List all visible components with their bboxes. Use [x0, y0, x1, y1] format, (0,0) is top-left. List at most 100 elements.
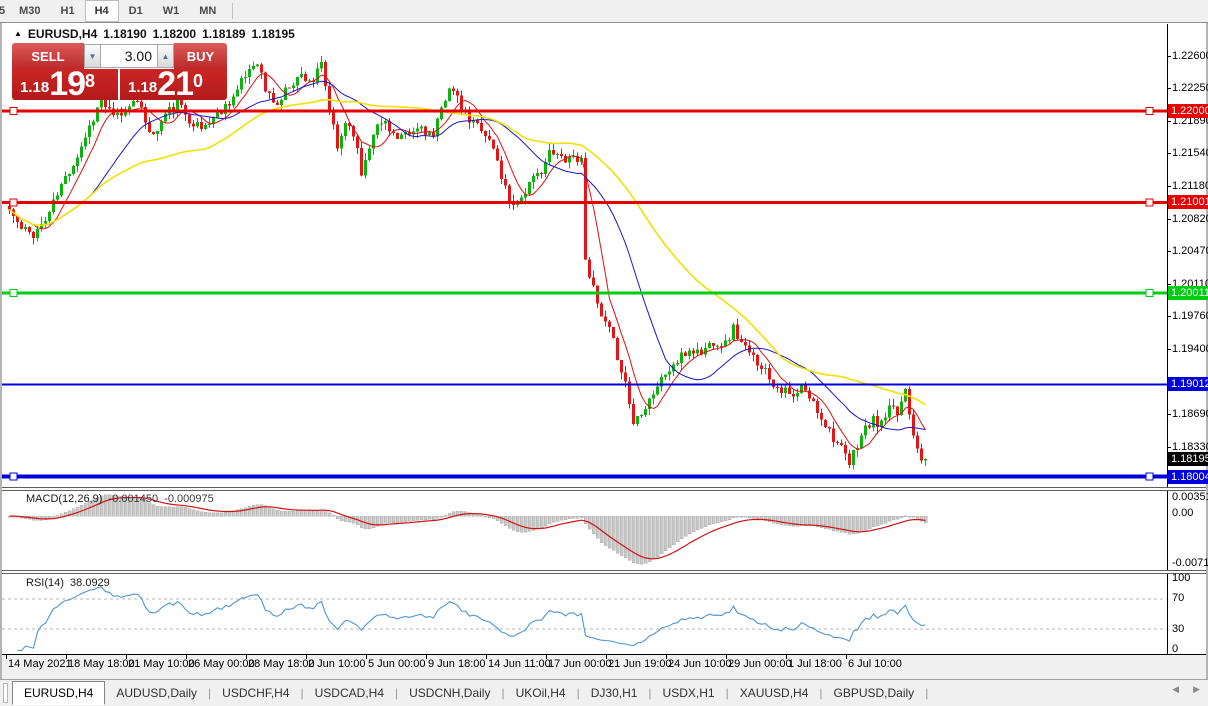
candle-up: [536, 173, 539, 176]
ask-price-display[interactable]: 1.18 21 0: [120, 69, 227, 100]
macd-histogram-bar: [604, 516, 607, 546]
tab-GBPUSD-Daily[interactable]: GBPUSD,Daily: [823, 682, 926, 704]
candle-down: [276, 103, 279, 105]
rsi-axis-100: 100: [1172, 572, 1206, 584]
candle-down: [560, 154, 563, 156]
line-handle[interactable]: [10, 107, 17, 114]
macd-histogram-bar: [428, 516, 431, 519]
line-handle[interactable]: [1146, 473, 1153, 480]
macd-histogram-bar: [784, 516, 787, 525]
tab-EURUSD-H4[interactable]: EURUSD,H4: [12, 681, 105, 705]
candle-down: [836, 442, 839, 443]
candle-up: [716, 346, 719, 347]
tab-USDCNH-Daily[interactable]: USDCNH,Daily: [398, 682, 501, 704]
tab-scroll-right-icon[interactable]: ▶: [1193, 684, 1200, 695]
macd-histogram-bar: [756, 516, 759, 519]
time-tick-label: 1 Jul 18:00: [788, 658, 842, 670]
candle-up: [212, 117, 215, 124]
macd-histogram-bar: [312, 511, 315, 516]
candle-up: [924, 459, 927, 460]
volume-input[interactable]: [101, 44, 157, 68]
macd-histogram-bar: [412, 516, 415, 521]
macd-histogram-bar: [392, 516, 395, 523]
candle-down: [824, 420, 827, 427]
macd-histogram-bar: [444, 515, 447, 516]
price-tick-mark: [1167, 88, 1171, 89]
macd-histogram-bar: [216, 513, 219, 516]
macd-histogram-bar: [696, 516, 699, 530]
volume-decrease-button[interactable]: ▼: [84, 44, 101, 68]
line-handle[interactable]: [1146, 199, 1153, 206]
timeframe-button-W1[interactable]: W1: [153, 1, 190, 21]
macd-histogram-bar: [60, 514, 63, 516]
timeframe-button-M30[interactable]: M30: [9, 1, 50, 21]
horizontal-line-1.22000[interactable]: [2, 109, 1167, 112]
line-handle[interactable]: [10, 199, 17, 206]
tab-USDCAD-H4[interactable]: USDCAD,H4: [304, 682, 395, 704]
tab-scroll-left-icon[interactable]: ◀: [1172, 684, 1179, 695]
macd-histogram-bar: [272, 509, 275, 516]
time-tick-label: 2 Jun 10:00: [308, 658, 366, 670]
candle-down: [776, 387, 779, 388]
line-handle[interactable]: [1146, 107, 1153, 114]
candle-down: [136, 101, 139, 102]
horizontal-line-1.21001[interactable]: [2, 201, 1167, 204]
price-tick-label: 1.20820: [1172, 213, 1206, 225]
price-tag-1.21001: 1.21001: [1168, 195, 1208, 209]
candle-down: [736, 324, 739, 339]
candle-up: [204, 125, 207, 129]
horizontal-line-1.19012[interactable]: [2, 383, 1167, 385]
line-handle[interactable]: [10, 473, 17, 480]
macd-histogram-bar: [900, 516, 903, 518]
macd-histogram-bar: [388, 516, 391, 523]
time-tick-mark: [726, 655, 727, 659]
macd-histogram-bar: [560, 516, 563, 520]
line-handle[interactable]: [10, 289, 17, 296]
candle-up: [340, 136, 343, 149]
macd-histogram-bar: [72, 509, 75, 516]
bid-price-display[interactable]: 1.18 19 8: [12, 69, 118, 100]
time-tick-mark: [486, 655, 487, 659]
macd-histogram-bar: [776, 516, 779, 524]
tab-separator: |: [925, 686, 928, 700]
expand-icon[interactable]: ▲: [14, 30, 22, 38]
time-tick-label: 14 Jun 11:00: [488, 658, 551, 670]
macd-histogram-bar: [612, 516, 615, 550]
time-tick-mark: [846, 655, 847, 659]
tab-XAUUSD-H4[interactable]: XAUUSD,H4: [729, 682, 820, 704]
macd-histogram-bar: [704, 516, 707, 527]
macd-histogram-bar: [748, 516, 751, 518]
tab-bar-grip[interactable]: [3, 683, 8, 703]
tab-AUDUSD-Daily[interactable]: AUDUSD,Daily: [105, 682, 208, 704]
timeframe-button-MN[interactable]: MN: [189, 1, 226, 21]
macd-histogram-bar: [212, 513, 215, 516]
macd-histogram-bar: [244, 508, 247, 517]
tab-USDCHF-H4[interactable]: USDCHF,H4: [211, 682, 300, 704]
chart-tab-bar: EURUSD,H4AUDUSD,Daily|USDCHF,H4|USDCAD,H…: [0, 679, 1208, 706]
candle-up: [664, 375, 667, 378]
macd-histogram-bar: [452, 512, 455, 516]
tab-DJ30-H1[interactable]: DJ30,H1: [580, 682, 649, 704]
macd-histogram-bar: [548, 516, 551, 524]
candle-down: [540, 173, 543, 174]
macd-histogram-bar: [636, 516, 639, 564]
horizontal-line-1.18004[interactable]: [2, 475, 1167, 479]
candle-down: [756, 355, 759, 366]
candle-up: [92, 122, 95, 126]
line-handle[interactable]: [1146, 289, 1153, 296]
macd-main-value: -0.001450: [109, 493, 159, 505]
candle-down: [752, 353, 755, 355]
timeframe-button-D1[interactable]: D1: [119, 1, 153, 21]
price-tag-1.22000: 1.22000: [1168, 104, 1208, 118]
tab-UKOil-H4[interactable]: UKOil,H4: [505, 682, 577, 704]
timeframe-button-H1[interactable]: H1: [51, 1, 85, 21]
timeframe-button-H4[interactable]: H4: [85, 0, 119, 22]
candle-up: [872, 416, 875, 428]
horizontal-line-1.20011[interactable]: [2, 291, 1167, 294]
candle-down: [780, 387, 783, 393]
candle-up: [448, 88, 451, 101]
tab-USDX-H1[interactable]: USDX,H1: [652, 682, 726, 704]
time-tick-mark: [186, 655, 187, 659]
timeframe-button-5[interactable]: 5: [0, 1, 9, 21]
rsi-panel-canvas[interactable]: [2, 574, 1167, 654]
